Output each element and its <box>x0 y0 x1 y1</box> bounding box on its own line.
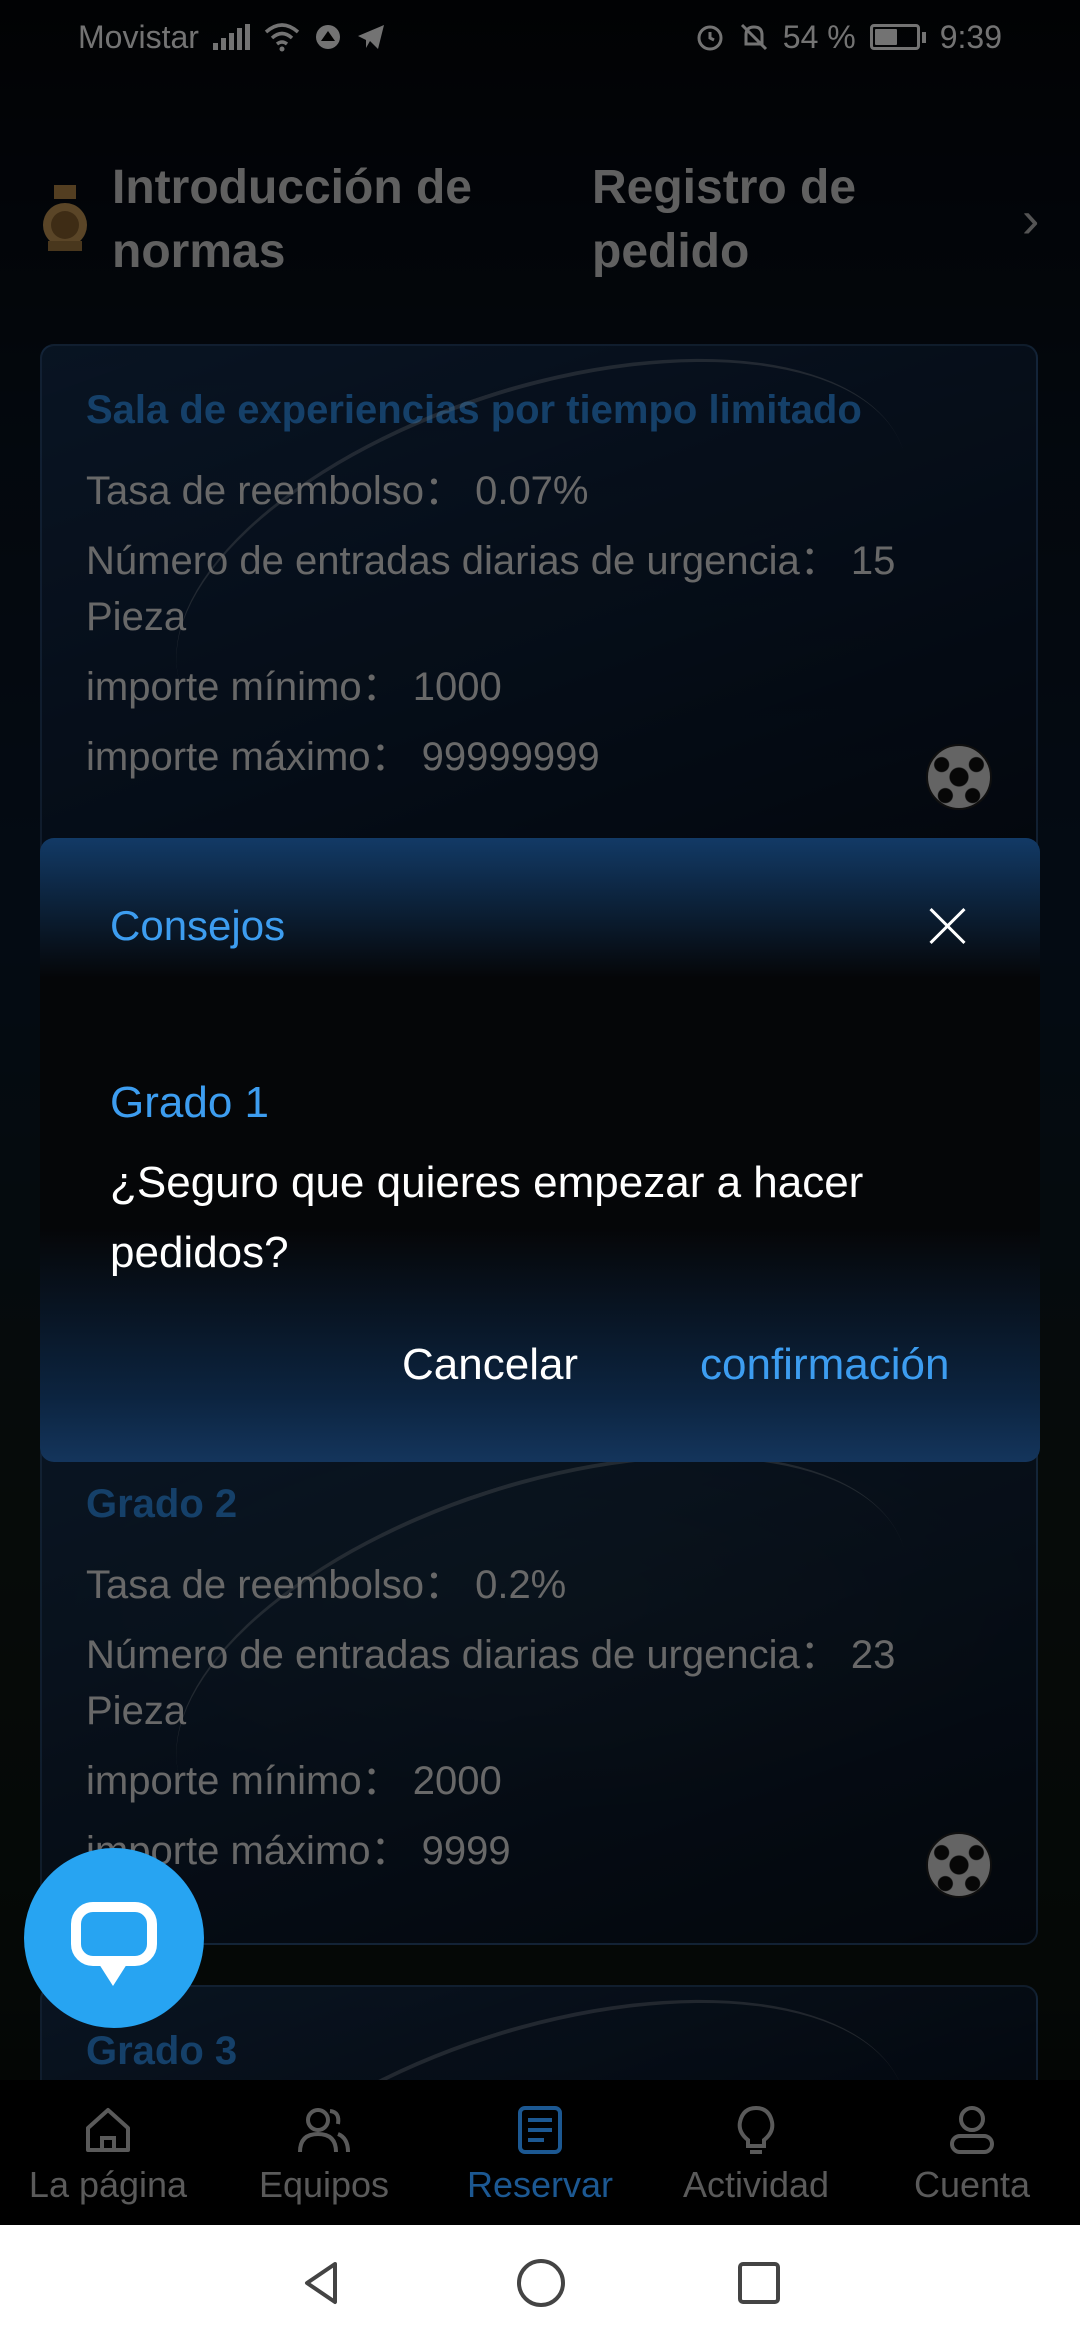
status-left: Movistar <box>78 19 386 56</box>
confirm-dialog: Consejos Grado 1 ¿Seguro que quieres emp… <box>40 838 1040 1462</box>
user-icon <box>950 2106 994 2154</box>
tab-label: La página <box>28 2164 188 2205</box>
lightbulb-icon <box>737 2105 775 2154</box>
tab-label: Equipos <box>258 2164 390 2205</box>
carrier-name: Movistar <box>78 18 199 55</box>
dialog-message: ¿Seguro que quieres empezar a hacer pedi… <box>110 1158 864 1277</box>
daily-entries: Número de entradas diarias de urgencia： … <box>86 539 896 639</box>
tab-home[interactable]: La página <box>0 2080 216 2225</box>
tab-label: Actividad <box>682 2164 830 2205</box>
sync-icon <box>315 25 340 49</box>
tab-reserve[interactable]: Reservar <box>432 2080 648 2225</box>
dialog-title: Consejos <box>110 902 286 949</box>
team-icon <box>298 2108 350 2153</box>
tab-label: Reservar <box>466 2164 614 2205</box>
mute-icon <box>740 23 767 51</box>
clock: 9:39 <box>939 18 1002 55</box>
telegram-icon <box>357 25 384 49</box>
home-circle-icon[interactable] <box>515 2257 567 2309</box>
status-bar: Movistar 54 % 9:39 <box>0 0 1080 74</box>
status-right: 54 % 9:39 <box>695 19 1002 56</box>
cancel-button[interactable]: Cancelar <box>402 1340 578 1390</box>
tab-label: Cuenta <box>913 2164 1031 2205</box>
tab-teams[interactable]: Equipos <box>216 2080 432 2225</box>
refund-rate: Tasa de reembolso： 0.07% <box>86 469 589 513</box>
max-amount: importe máximo： 99999999 <box>86 735 600 779</box>
refund-rate: Tasa de reembolso： 0.2% <box>86 1563 567 1607</box>
signal-icon <box>212 24 250 50</box>
confirm-button[interactable]: confirmación <box>700 1340 949 1390</box>
medal-icon <box>43 185 87 251</box>
chat-button[interactable] <box>24 1848 204 2028</box>
bottom-tab-bar: La página Equipos Reservar Actividad Cue… <box>0 2080 1080 2225</box>
back-icon[interactable] <box>297 2258 347 2308</box>
tab-activity[interactable]: Actividad <box>648 2080 864 2225</box>
level-card[interactable]: Sala de experiencias por tiempo limitado… <box>40 344 1038 864</box>
close-icon[interactable] <box>926 904 970 948</box>
max-amount: importe máximo： 9999 <box>86 1829 511 1873</box>
level-card[interactable]: Grado 2 Tasa de reembolso： 0.2% Número d… <box>40 1440 1038 1945</box>
min-amount: importe mínimo： 2000 <box>86 1759 502 1803</box>
card-title: Grado 2 <box>86 1482 238 1526</box>
reserve-icon <box>518 2106 562 2154</box>
system-nav-bar <box>0 2225 1080 2340</box>
wifi-icon <box>264 23 300 52</box>
battery-icon <box>869 24 926 50</box>
dialog-grade: Grado 1 <box>110 1078 269 1127</box>
nav-rules-intro[interactable]: Introducción de normas <box>112 156 592 284</box>
recents-icon[interactable] <box>735 2259 783 2307</box>
chevron-right-icon[interactable]: › <box>1022 190 1039 250</box>
card-title: Grado 3 <box>86 2029 238 2073</box>
soccer-ball-icon <box>926 1832 992 1898</box>
daily-entries: Número de entradas diarias de urgencia： … <box>86 1633 896 1733</box>
battery-percent: 54 % <box>782 18 856 55</box>
soccer-ball-icon <box>926 744 992 810</box>
nav-order-register[interactable]: Registro de pedido <box>592 156 992 284</box>
min-amount: importe mínimo： 1000 <box>86 665 502 709</box>
top-nav: Introducción de normas Registro de pedid… <box>40 150 1050 290</box>
tab-account[interactable]: Cuenta <box>864 2080 1080 2225</box>
alarm-icon <box>697 25 723 51</box>
home-icon <box>86 2108 130 2152</box>
card-title: Sala de experiencias por tiempo limitado <box>86 388 862 432</box>
chat-bubble-icon <box>71 1902 157 1986</box>
